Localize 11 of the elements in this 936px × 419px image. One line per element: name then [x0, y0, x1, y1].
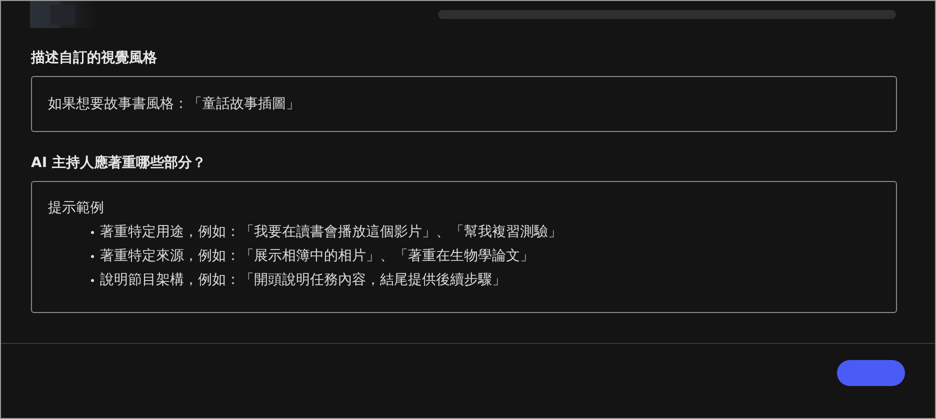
bullet-icon	[91, 254, 94, 258]
bullet-icon	[91, 230, 94, 234]
field-label: AI 主持人應著重哪些部分？	[31, 154, 207, 172]
field-label: 描述自訂的視覺風格	[31, 49, 158, 67]
list-item-text: 說明節目架構，例如：「開頭說明任務內容，結尾提供後續步驟」	[100, 271, 506, 290]
bullet-icon	[91, 278, 94, 282]
list-item-text: 著重特定用途，例如：「我要在讀書會播放這個影片」、「幫我複習測驗」	[100, 223, 562, 242]
text-area[interactable]: 提示範例 著重特定用途，例如：「我要在讀書會播放這個影片」、「幫我複習測驗」 著重特定來源，例如：「展示相簿中的相片」、「著重在生物學論文」 說明節目架構，例如：「開頭說明任務內容，結尾提供後續步驟」	[31, 181, 897, 313]
action-button[interactable]	[837, 360, 905, 386]
list-item-text: 著重特定來源，例如：「展示相簿中的相片」、「著重在生物學論文」	[100, 247, 534, 266]
input-field[interactable]: 如果想要故事書風格：「童話故事插圖」	[31, 76, 897, 132]
